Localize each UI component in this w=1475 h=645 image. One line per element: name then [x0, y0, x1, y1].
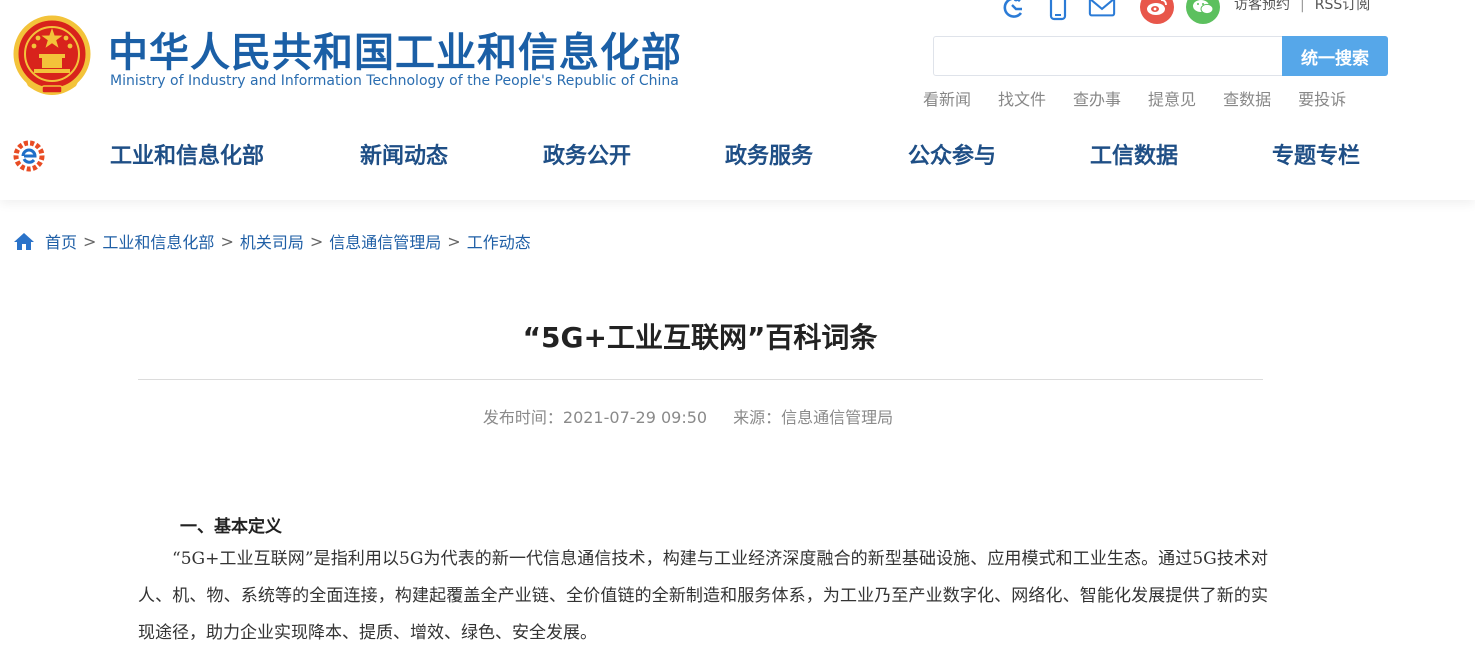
- search-button[interactable]: 统一搜索: [1282, 36, 1388, 76]
- quick-link-feedback[interactable]: 提意见: [1148, 86, 1196, 110]
- title-divider: [138, 379, 1263, 380]
- site-title[interactable]: 中华人民共和国工业和信息化部: [108, 20, 682, 78]
- link-separator: |: [1300, 0, 1305, 13]
- nav-item-government-affairs[interactable]: 政务公开: [543, 138, 631, 170]
- mobile-icon[interactable]: [1044, 0, 1072, 21]
- nav-item-ministry[interactable]: 工业和信息化部: [110, 138, 264, 170]
- breadcrumb-separator: >: [83, 231, 97, 251]
- quick-link-news[interactable]: 看新闻: [923, 86, 971, 110]
- publish-label: 发布时间：: [482, 408, 563, 427]
- source-value: 信息通信管理局: [781, 408, 894, 427]
- article-paragraph: “5G+工业互联网”是指利用以5G为代表的新一代信息通信技术，构建与工业经济深度…: [138, 549, 1268, 643]
- source-label: 来源：: [733, 408, 782, 427]
- nav-item-data[interactable]: 工信数据: [1090, 138, 1178, 170]
- visit-booking-link[interactable]: 访客预约: [1234, 0, 1290, 13]
- breadcrumb: 首页 > 工业和信息化部 > 机关司局 > 信息通信管理局 > 工作动态: [13, 229, 531, 253]
- nav-item-services[interactable]: 政务服务: [725, 138, 813, 170]
- breadcrumb-home[interactable]: 首页: [45, 229, 77, 253]
- national-emblem-icon[interactable]: [12, 14, 92, 98]
- rss-link[interactable]: RSS订阅: [1315, 0, 1371, 13]
- breadcrumb-ministry[interactable]: 工业和信息化部: [102, 229, 214, 253]
- weibo-icon[interactable]: [1140, 0, 1174, 24]
- ministry-logo-icon[interactable]: [10, 140, 48, 172]
- article-title: “5G+工业互联网”百科词条: [522, 321, 878, 354]
- nav-item-participation[interactable]: 公众参与: [908, 138, 996, 170]
- home-icon[interactable]: [13, 231, 35, 251]
- section-heading: 一、基本定义: [180, 517, 282, 537]
- breadcrumb-departments[interactable]: 机关司局: [240, 229, 304, 253]
- breadcrumb-ict-bureau[interactable]: 信息通信管理局: [329, 229, 441, 253]
- mail-icon[interactable]: [1088, 0, 1116, 21]
- top-icon-bar: [1000, 0, 1232, 24]
- search-box: 统一搜索: [933, 36, 1388, 76]
- article-meta: 发布时间：2021-07-29 09:50 来源：信息通信管理局: [0, 404, 1376, 428]
- publish-time: 2021-07-29 09:50: [562, 408, 708, 427]
- quick-link-services[interactable]: 查办事: [1073, 86, 1121, 110]
- breadcrumb-separator: >: [220, 231, 234, 251]
- quick-links: 看新闻 找文件 查办事 提意见 查数据 要投诉: [923, 86, 1373, 110]
- quick-link-data[interactable]: 查数据: [1223, 86, 1271, 110]
- nav-item-special-topics[interactable]: 专题专栏: [1272, 138, 1360, 170]
- main-nav: 工业和信息化部 新闻动态 政务公开 政务服务 公众参与 工信数据 专题专栏: [60, 138, 1470, 176]
- breadcrumb-separator: >: [447, 231, 461, 251]
- search-input[interactable]: [934, 37, 1282, 75]
- breadcrumb-separator: >: [309, 231, 324, 251]
- quick-link-complaint[interactable]: 要投诉: [1298, 86, 1346, 110]
- site-header: 中华人民共和国工业和信息化部 Ministry of Industry and …: [0, 0, 1475, 200]
- wechat-icon[interactable]: [1186, 0, 1220, 24]
- site-subtitle: Ministry of Industry and Information Tec…: [110, 73, 679, 89]
- top-links: 访客预约 | RSS订阅: [1234, 0, 1370, 14]
- nav-item-news[interactable]: 新闻动态: [360, 138, 448, 170]
- accessibility-icon[interactable]: [1000, 0, 1028, 21]
- breadcrumb-work-updates[interactable]: 工作动态: [467, 229, 531, 253]
- quick-link-files[interactable]: 找文件: [998, 86, 1046, 110]
